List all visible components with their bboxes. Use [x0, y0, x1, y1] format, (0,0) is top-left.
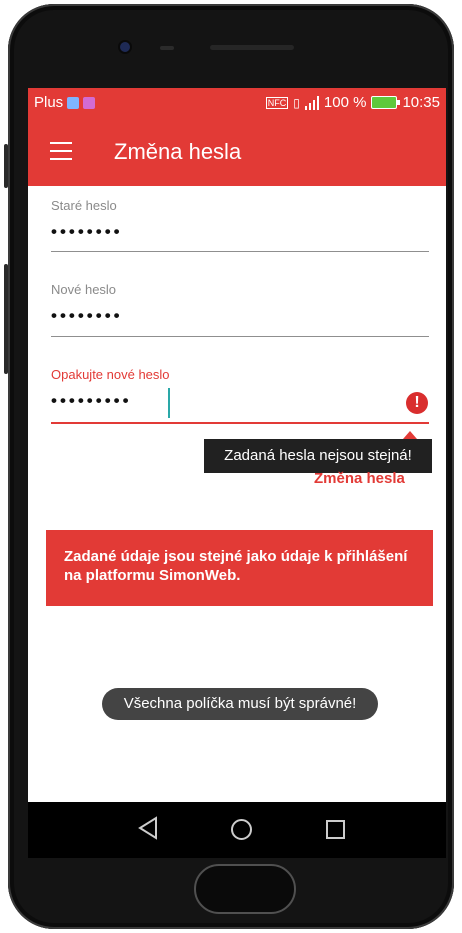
- old-password-input[interactable]: ••••••••: [51, 222, 123, 242]
- message-icon: [67, 96, 80, 109]
- back-icon[interactable]: [134, 813, 164, 843]
- power-button: [4, 264, 8, 374]
- repeat-password-input[interactable]: •••••••••: [51, 391, 132, 411]
- old-password-underline: [51, 251, 429, 252]
- hamburger-icon[interactable]: [50, 142, 72, 160]
- error-icon: !: [406, 392, 428, 414]
- recents-icon[interactable]: [326, 820, 345, 839]
- battery-percent: 100 %: [323, 94, 367, 111]
- carrier-name: Plus: [34, 94, 64, 111]
- info-banner-text: Zadané údaje jsou stejné jako údaje k př…: [64, 548, 408, 584]
- proximity-sensor: [160, 46, 174, 50]
- page-title: Změna hesla: [114, 139, 242, 164]
- battery-icon: [371, 96, 401, 109]
- new-password-label: Nové heslo: [51, 282, 117, 297]
- new-password-underline: [51, 336, 429, 337]
- status-bar: Plus NFC ▯ 100 % 10:35: [28, 88, 446, 118]
- info-banner: Zadané údaje jsou stejné jako údaje k př…: [46, 530, 433, 606]
- nfc-icon: NFC: [265, 96, 289, 109]
- change-password-button[interactable]: Změna hesla: [314, 470, 405, 487]
- tooltip-pointer: [403, 431, 417, 439]
- hardware-home-button[interactable]: [194, 864, 296, 914]
- app-bar: Změna hesla: [28, 118, 446, 186]
- home-icon[interactable]: [231, 819, 252, 840]
- toast-message: Všechna políčka musí být správné!: [102, 688, 378, 720]
- phone-screen: Plus NFC ▯ 100 % 10:35 Změna hesla Staré…: [28, 88, 446, 858]
- navigation-bar: [28, 802, 446, 858]
- volume-button: [4, 144, 8, 188]
- signal-icon: [304, 95, 319, 110]
- repeat-password-label: Opakujte nové heslo: [51, 367, 170, 382]
- vibrate-icon: ▯: [293, 95, 300, 110]
- repeat-password-underline: [51, 422, 429, 424]
- old-password-label: Staré heslo: [51, 198, 117, 213]
- earpiece: [210, 45, 294, 50]
- text-caret: [168, 388, 170, 418]
- gallery-icon: [83, 96, 96, 109]
- error-tooltip: Zadaná hesla nejsou stejná!: [204, 439, 432, 473]
- front-camera-icon: [120, 42, 130, 52]
- new-password-input[interactable]: ••••••••: [51, 306, 123, 326]
- clock: 10:35: [402, 94, 440, 111]
